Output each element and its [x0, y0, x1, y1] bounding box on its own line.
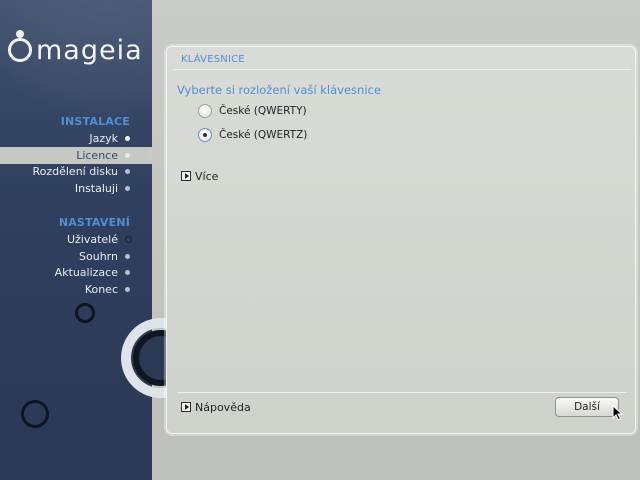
logo-text: mageia	[36, 34, 143, 66]
section-title-instalace: INSTALACE	[60, 115, 130, 128]
radio-checked-icon[interactable]	[198, 128, 212, 142]
help-expander[interactable]: Nápověda	[181, 400, 251, 414]
option-qwerty[interactable]: České (QWERTY)	[198, 103, 307, 119]
mouse-pointer-icon	[612, 405, 624, 421]
option-label: České (QWERTZ)	[219, 129, 308, 141]
decorative-circle-icon	[75, 303, 95, 323]
expand-arrow-icon	[181, 171, 191, 181]
sidebar-item-label: Konec	[84, 283, 118, 296]
sidebar: mageia INSTALACE Jazyk Licence Rozdělení…	[0, 0, 152, 480]
next-button[interactable]: Další	[555, 397, 619, 417]
sidebar-item-label: Uživatelé	[66, 233, 118, 246]
sidebar-item-instaluji: Instaluji	[0, 180, 152, 197]
sidebar-item-rozdeleni-disku: Rozdělení disku	[0, 163, 152, 180]
sidebar-item-label: Souhrn	[79, 250, 118, 263]
sidebar-item-label: Aktualizace	[54, 266, 118, 279]
option-label: České (QWERTY)	[219, 105, 307, 117]
step-done-icon	[125, 136, 130, 141]
step-pending-icon	[125, 169, 130, 174]
option-qwertz[interactable]: České (QWERTZ)	[198, 127, 307, 143]
panel-title: KLÁVESNICE	[181, 54, 245, 65]
sidebar-item-label: Jazyk	[89, 132, 118, 145]
radio-unchecked-icon[interactable]	[198, 104, 212, 118]
more-expander[interactable]: Více	[181, 169, 218, 183]
sidebar-item-souhrn: Souhrn	[0, 248, 152, 265]
step-current-icon	[125, 153, 130, 158]
mageia-logo: mageia	[8, 30, 143, 68]
section-title-nastaveni: NASTAVENÍ	[58, 216, 130, 229]
step-pending-icon	[125, 270, 130, 275]
sidebar-item-label: Rozdělení disku	[32, 165, 118, 178]
step-pending-icon	[125, 287, 130, 292]
keyboard-panel: KLÁVESNICE Vyberte si rozložení vaší klá…	[166, 46, 636, 434]
sidebar-item-label: Licence	[76, 149, 118, 162]
sidebar-item-jazyk: Jazyk	[0, 130, 152, 147]
title-divider	[173, 69, 631, 70]
sidebar-item-label: Instaluji	[74, 182, 118, 195]
sidebar-item-konec: Konec	[0, 281, 152, 298]
more-label: Více	[195, 169, 219, 183]
sidebar-item-licence: Licence	[0, 147, 152, 164]
step-pending-icon	[125, 254, 130, 259]
layout-prompt: Vyberte si rozložení vaší klávesnice	[177, 83, 381, 97]
step-pending-icon	[125, 186, 130, 191]
bottom-divider	[177, 392, 627, 393]
sidebar-item-aktualizace: Aktualizace	[0, 264, 152, 281]
expand-arrow-icon	[181, 402, 191, 412]
decorative-circle-icon	[21, 400, 49, 428]
sidebar-item-uzivatele: Uživatelé	[0, 231, 152, 248]
help-label: Nápověda	[195, 400, 251, 414]
step-ring-icon	[125, 236, 132, 243]
logo-mark-icon	[8, 30, 32, 62]
